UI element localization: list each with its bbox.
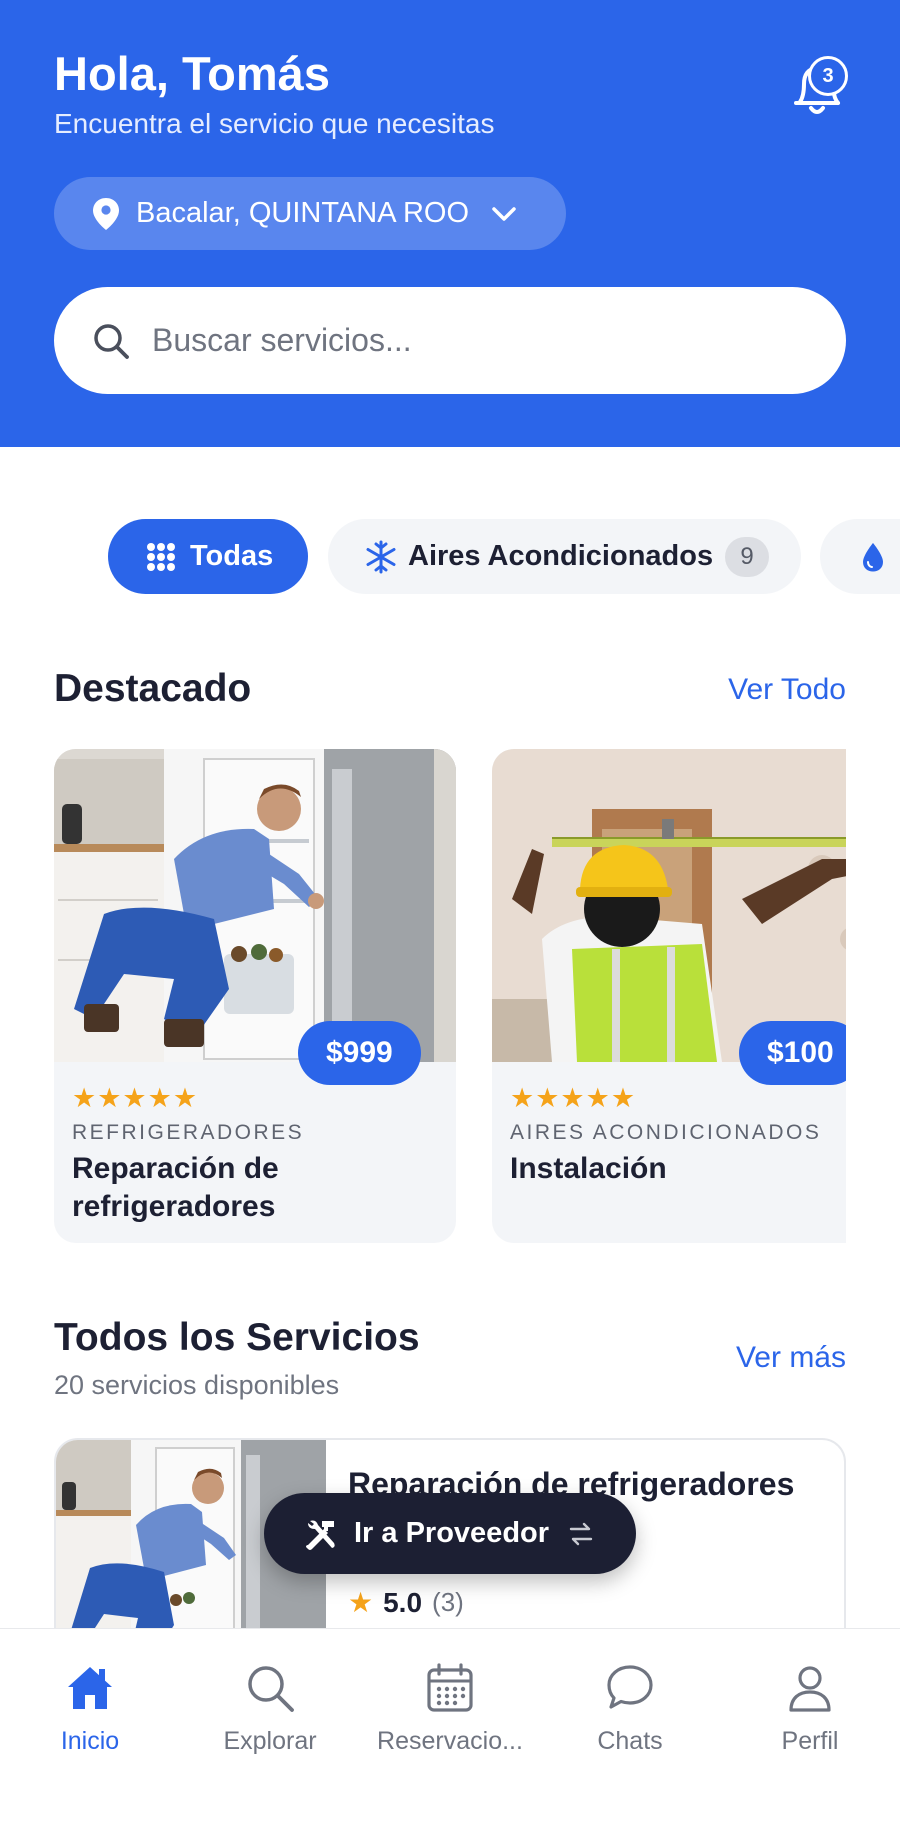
all-services-title: Todos los Servicios [54, 1316, 420, 1359]
nav-item-chats[interactable]: Chats [540, 1661, 720, 1756]
grid-icon [147, 542, 175, 571]
location-pin-icon [93, 197, 119, 230]
location-selector[interactable]: Bacalar, QUINTANA ROO [54, 177, 566, 250]
nav-item-reservaciones[interactable]: Reservacio... [360, 1661, 540, 1756]
chevron-down-icon [492, 206, 516, 221]
featured-carousel[interactable]: $999 ★★★★★ REFRIGERADORES Reparación de … [54, 749, 846, 1244]
category-chip-label: Aires Acondicionados [408, 540, 714, 572]
swap-arrows-icon [569, 1522, 593, 1545]
service-image-ac-installation [492, 749, 846, 1062]
card-title: Instalación [510, 1152, 667, 1185]
nav-item-perfil[interactable]: Perfil [720, 1661, 900, 1756]
service-image-refrigerator-repair [54, 749, 456, 1062]
all-services-see-more-link[interactable]: Ver más [736, 1341, 846, 1375]
rating-value: 5.0 [383, 1586, 423, 1618]
nav-label: Explorar [223, 1727, 317, 1755]
nav-label: Chats [597, 1727, 663, 1755]
tools-icon [306, 1520, 335, 1550]
user-icon [789, 1666, 831, 1712]
featured-see-all-link[interactable]: Ver Todo [728, 673, 846, 707]
location-label: Bacalar, QUINTANA ROO [136, 197, 470, 229]
nav-label: Perfil [781, 1727, 839, 1755]
search-icon [94, 323, 129, 359]
bottom-navigation: Inicio Explorar Reservacio... Chats Perf… [0, 1628, 900, 1825]
search-icon [248, 1666, 294, 1712]
star-rating: ★★★★★ [72, 1083, 199, 1113]
search-input[interactable] [152, 322, 792, 359]
home-icon [68, 1667, 112, 1709]
switch-to-provider-button[interactable]: Ir a Proveedor [264, 1493, 636, 1574]
notification-badge[interactable]: 3 [808, 56, 848, 96]
greeting-subtitle: Encuentra el servicio que necesitas [54, 108, 495, 139]
featured-card[interactable]: $100 ★★★★★ AIRES ACONDICIONADOS Instalac… [492, 749, 846, 1243]
category-chip-water[interactable] [820, 519, 900, 594]
nav-item-inicio[interactable]: Inicio [0, 1661, 180, 1756]
price-badge: $999 [298, 1021, 421, 1085]
star-icon: ★ [348, 1587, 374, 1618]
category-count-badge: 9 [725, 536, 770, 577]
water-drop-icon [863, 542, 883, 571]
card-title: Reparación de refrigeradores [72, 1152, 279, 1223]
category-chip-label: Todas [190, 540, 274, 572]
snowflake-icon [366, 540, 396, 573]
greeting-title: Hola, Tomás [54, 47, 330, 100]
chat-icon [607, 1665, 653, 1709]
card-category: REFRIGERADORES [72, 1121, 305, 1144]
nav-label: Inicio [60, 1727, 120, 1755]
price-badge: $100 [739, 1021, 846, 1085]
service-rating: ★ 5.0 (3) [348, 1586, 464, 1619]
star-rating: ★★★★★ [510, 1083, 637, 1113]
all-services-subtitle: 20 servicios disponibles [54, 1370, 340, 1400]
card-category: AIRES ACONDICIONADOS [510, 1121, 822, 1144]
featured-section-title: Destacado [54, 667, 252, 710]
category-chip-aires-acondicionados[interactable]: Aires Acondicionados 9 [328, 519, 801, 594]
provider-button-label: Ir a Proveedor [354, 1517, 550, 1549]
nav-label: Reservacio... [377, 1727, 523, 1755]
review-count: (3) [432, 1587, 464, 1617]
calendar-icon [427, 1663, 473, 1712]
header: Hola, Tomás Encuentra el servicio que ne… [0, 0, 900, 447]
nav-item-explorar[interactable]: Explorar [180, 1661, 360, 1756]
search-bar[interactable] [54, 287, 846, 394]
category-chip-todas[interactable]: Todas [108, 519, 308, 594]
featured-card[interactable]: $999 ★★★★★ REFRIGERADORES Reparación de … [54, 749, 456, 1243]
